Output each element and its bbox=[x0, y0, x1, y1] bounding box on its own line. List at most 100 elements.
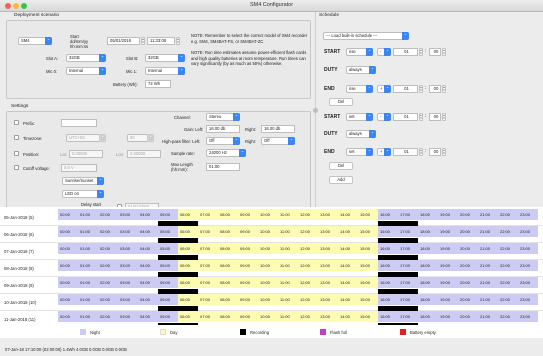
end-hour-input-1[interactable]: 01 bbox=[393, 85, 418, 93]
mic0-select[interactable]: Internal ⌃ bbox=[66, 67, 106, 75]
start-minute-stepper-2[interactable]: ▴ ▾ bbox=[442, 113, 446, 121]
lat-input[interactable]: 0.00000 bbox=[69, 150, 103, 158]
start-minute-input-2[interactable]: 00 bbox=[429, 113, 441, 121]
end-sign-select-2[interactable]: + ⌃ bbox=[377, 148, 391, 156]
legend-recording: Recording bbox=[250, 330, 270, 335]
start-hour-stepper-2[interactable]: ▴ ▾ bbox=[419, 113, 423, 121]
delete-schedule-button-1[interactable]: Del bbox=[329, 98, 353, 106]
max-length-label: Max Length (hh:mm): bbox=[171, 162, 193, 172]
start-minute-stepper-1[interactable]: ▴ ▾ bbox=[442, 48, 446, 56]
end-time-colon-2: : bbox=[425, 148, 427, 154]
timezone-minutes-select[interactable]: 00 ⌃ bbox=[127, 134, 154, 142]
timeline-hour-cell: 13:00 bbox=[318, 294, 338, 305]
start-ref-select-1[interactable]: rise ⌃ bbox=[346, 48, 373, 56]
splitter-handle-icon[interactable] bbox=[313, 108, 318, 113]
prefix-checkbox[interactable] bbox=[14, 120, 19, 125]
duty-select-2[interactable]: always ⌃ bbox=[346, 130, 376, 138]
timeline-hour-cell: 10:00 bbox=[258, 243, 278, 254]
timeline-hour-cell: 23:00 bbox=[518, 260, 538, 271]
timeline-hour-cell: 12:00 bbox=[298, 277, 318, 288]
duty-select-1[interactable]: always ⌃ bbox=[346, 66, 376, 74]
gain-left-input[interactable]: 16.00 db bbox=[206, 125, 240, 133]
end-ref-select-2[interactable]: set ⌃ bbox=[346, 148, 373, 156]
slot-a-select[interactable]: 32GB ⌃ bbox=[66, 54, 106, 62]
end-minute-input-2[interactable]: 00 bbox=[429, 148, 441, 156]
channel-select[interactable]: Stereo ⌃ bbox=[206, 113, 240, 121]
end-hour-stepper-2[interactable]: ▴ ▾ bbox=[419, 148, 423, 156]
slot-b-select[interactable]: 32GB ⌃ bbox=[145, 54, 185, 62]
start-hour-input-2[interactable]: 01 bbox=[393, 113, 418, 121]
timeline-date: 07-Jan-2018 (7) bbox=[4, 249, 34, 254]
timeline-hour-cell: 16:00 bbox=[378, 243, 398, 254]
hpf-left-select[interactable]: Off ⌃ bbox=[206, 137, 240, 145]
timeline-hour-cell: 21:00 bbox=[478, 260, 498, 271]
start-date-input[interactable]: 05/01/2018 bbox=[107, 37, 140, 45]
end-minute-input-1[interactable]: 00 bbox=[429, 85, 441, 93]
start-time-colon-2: : bbox=[425, 113, 427, 119]
prefix-input[interactable] bbox=[61, 119, 97, 127]
cutoff-checkbox[interactable] bbox=[14, 165, 19, 170]
timeline-hour-cell: 20:00 bbox=[458, 226, 478, 237]
start-hour-stepper-1[interactable]: ▴ ▾ bbox=[419, 48, 423, 56]
sunrise-select[interactable]: Sunrise/Sunset ⌃ bbox=[62, 177, 104, 185]
start-sign-select-2[interactable]: - ⌃ bbox=[377, 113, 391, 121]
mic1-select[interactable]: Internal ⌃ bbox=[145, 67, 185, 75]
add-schedule-button[interactable]: Add bbox=[329, 176, 353, 184]
start-minute-input-1[interactable]: 00 bbox=[429, 48, 441, 56]
start-date-stepper[interactable]: ▴ ▾ bbox=[141, 37, 145, 45]
deployment-title: Deployment scenario bbox=[14, 13, 60, 18]
start-ref-select-2[interactable]: set ⌃ bbox=[346, 113, 373, 121]
timeline-hour-cell: 15:00 bbox=[358, 226, 378, 237]
led-select[interactable]: LED on ⌃ bbox=[62, 190, 104, 198]
start-hour-input-1[interactable]: 01 bbox=[393, 48, 418, 56]
timeline-hour-cell: 10:00 bbox=[258, 294, 278, 305]
end-minute-stepper-1[interactable]: ▴ ▾ bbox=[442, 85, 446, 93]
timeline-hour-cell: 07:00 bbox=[198, 243, 218, 254]
timeline-hour-cell: 13:00 bbox=[318, 243, 338, 254]
end-hour-input-2[interactable]: 01 bbox=[393, 148, 418, 156]
cutoff-input[interactable]: 0.0 V bbox=[61, 164, 97, 172]
gain-right-input[interactable]: 16.00 db bbox=[261, 125, 295, 133]
timeline-hour-cell: 14:00 bbox=[338, 260, 358, 271]
max-length-input[interactable]: 01:00 bbox=[206, 163, 240, 171]
timeline-hour-cell: 11:00 bbox=[278, 209, 298, 220]
end-ref-select-1[interactable]: rise ⌃ bbox=[346, 85, 373, 93]
sample-rate-select[interactable]: 24000 Hz ⌃ bbox=[206, 149, 246, 157]
timeline-hour-cell: 08:00 bbox=[218, 294, 238, 305]
timeline-row: 08-Jan-2018 (8) 00:00 01:00 02:00 03:00 04:00… bbox=[0, 260, 543, 277]
start-sign-select-1[interactable]: - ⌃ bbox=[377, 48, 391, 56]
start-time-input[interactable]: 11:33:08 bbox=[147, 37, 175, 45]
timeline-date: 06-Jan-2018 (6) bbox=[4, 232, 34, 237]
load-schedule-select[interactable]: --- Load built-in schedule --- ⌃ bbox=[323, 32, 409, 40]
timeline-hour-cell: 05:00 bbox=[158, 260, 178, 271]
timeline-hour-cell: 19:00 bbox=[438, 260, 458, 271]
end-hour-stepper-1[interactable]: ▴ ▾ bbox=[419, 85, 423, 93]
timeline-hour-cell: 00:00 bbox=[58, 226, 78, 237]
timeline-hour-cell: 10:00 bbox=[258, 277, 278, 288]
timeline-hour-cell: 08:00 bbox=[218, 311, 238, 322]
position-label: Position: bbox=[23, 152, 40, 157]
position-checkbox[interactable] bbox=[14, 151, 19, 156]
battery-input[interactable]: 72 Wh bbox=[145, 80, 171, 88]
start-time-stepper[interactable]: ▴ ▾ bbox=[176, 37, 180, 45]
end-minute-stepper-2[interactable]: ▴ ▾ bbox=[442, 148, 446, 156]
timeline-hour-cell: 13:00 bbox=[318, 226, 338, 237]
timezone-select[interactable]: UTC+00 ⌃ bbox=[66, 134, 106, 142]
end-sign-select-1[interactable]: + ⌃ bbox=[377, 85, 391, 93]
timeline-hour-cell: 08:00 bbox=[218, 260, 238, 271]
delete-schedule-button-2[interactable]: Del bbox=[329, 162, 353, 170]
legend: Night Day Recording Flash full Battery e… bbox=[0, 325, 543, 338]
timezone-checkbox[interactable] bbox=[14, 135, 19, 140]
timeline-hour-cell: 09:00 bbox=[238, 294, 258, 305]
timeline-hour-cell: 22:00 bbox=[498, 294, 518, 305]
duty-label-2: DUTY bbox=[324, 131, 338, 137]
timeline-hour-cell: 04:00 bbox=[138, 260, 158, 271]
lon-input[interactable]: 0.00000 bbox=[127, 150, 161, 158]
model-select[interactable]: SM4 ⌃ bbox=[18, 37, 52, 45]
timeline-hour-cell: 15:00 bbox=[358, 209, 378, 220]
hpf-right-select[interactable]: Off ⌃ bbox=[261, 137, 295, 145]
end-label-1: END bbox=[324, 86, 335, 92]
timeline-hour-cell: 05:00 bbox=[158, 294, 178, 305]
timeline-hour-cell: 21:00 bbox=[478, 209, 498, 220]
slot-a-label: Slot A: bbox=[46, 56, 59, 61]
